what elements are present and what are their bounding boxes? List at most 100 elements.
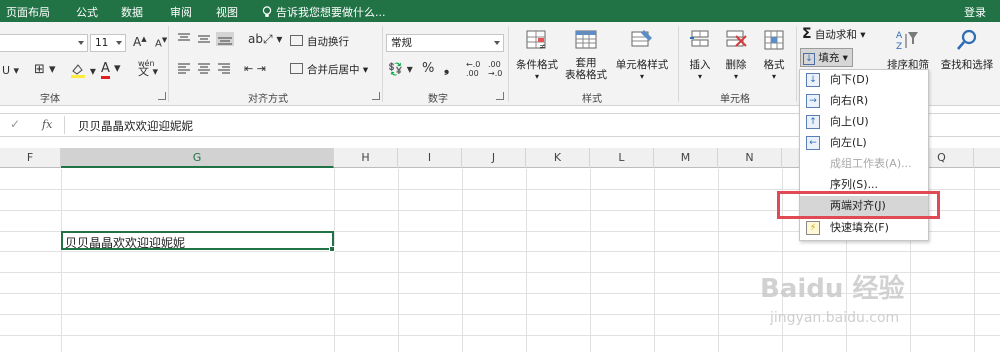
tab-formulas[interactable]: 公式 xyxy=(76,4,98,20)
menu-item-label: 向下(D) xyxy=(830,73,870,86)
watermark-url: jingyan.baidu.com xyxy=(770,310,900,326)
tab-review[interactable]: 审阅 xyxy=(170,4,192,20)
menu-item-across-worksheets: 成组工作表(A)... xyxy=(800,154,928,174)
find-select-button[interactable]: 查找和选择 xyxy=(938,28,996,72)
autosum-label: 自动求和 xyxy=(814,29,857,41)
underline-button[interactable]: U ▾ xyxy=(2,64,19,77)
column-header-n[interactable]: N xyxy=(718,148,782,168)
font-color-letter: A xyxy=(101,61,110,79)
font-color-button[interactable]: A ▾ xyxy=(101,61,121,79)
orientation-icon[interactable]: ab⤢ ▾ xyxy=(248,32,282,47)
fill-color-icon[interactable]: ▾ xyxy=(70,62,96,78)
font-size-value: 11 xyxy=(95,37,109,49)
column-header-i[interactable]: I xyxy=(398,148,462,168)
tell-me-text: 告诉我您想要做什么... xyxy=(276,6,386,19)
delete-cells-icon xyxy=(726,30,747,47)
group-divider xyxy=(678,26,679,102)
comma-style-button[interactable]: ❟ xyxy=(444,61,449,76)
arrow-up-icon: ↑ xyxy=(806,115,820,129)
column-header-m[interactable]: M xyxy=(654,148,718,168)
number-group-label: 数字 xyxy=(428,94,448,105)
shrink-font-button[interactable]: A▼ xyxy=(155,36,167,49)
tab-view[interactable]: 视图 xyxy=(216,4,238,20)
cancel-entry-icon[interactable]: ✓ xyxy=(10,117,20,131)
fill-handle[interactable] xyxy=(329,246,335,252)
chevron-down-icon xyxy=(78,41,84,45)
menu-item-label: 成组工作表(A)... xyxy=(830,157,912,170)
sort-filter-icon: AZ xyxy=(896,31,918,52)
grid-line xyxy=(398,169,399,352)
grid-line xyxy=(718,169,719,352)
grid-line xyxy=(0,251,1000,252)
grid-line xyxy=(334,169,335,352)
active-cell[interactable] xyxy=(61,231,334,250)
login-button[interactable]: 登录 xyxy=(964,4,986,20)
phonetic-guide-icon[interactable]: wén 文 ▾ xyxy=(138,60,158,78)
decrease-decimal-button[interactable]: .00 →.0 xyxy=(488,60,502,78)
grid-line xyxy=(61,169,62,352)
column-header-g[interactable]: G xyxy=(61,148,334,168)
menu-item-fill-down[interactable]: ↓ 向下(D) xyxy=(800,70,928,90)
table-format-icon xyxy=(575,30,597,49)
conditional-format-button[interactable]: ≠ 条件格式 ▾ xyxy=(512,28,562,81)
tab-page-layout[interactable]: 页面布局 xyxy=(6,4,50,20)
insert-cells-button[interactable]: 插入 ▾ xyxy=(682,28,718,81)
chevron-down-icon xyxy=(116,41,122,45)
menu-item-flash-fill[interactable]: ⚡ 快速填充(F) xyxy=(800,218,928,238)
column-header-j[interactable]: J xyxy=(462,148,526,168)
alignment-dialog-launcher[interactable] xyxy=(372,92,380,100)
font-group-label: 字体 xyxy=(40,94,60,105)
format-cells-button[interactable]: 格式 ▾ xyxy=(756,28,792,81)
tell-me-search[interactable]: 告诉我您想要做什么... xyxy=(262,4,386,20)
font-size-combo[interactable]: 11 xyxy=(90,34,126,52)
group-divider xyxy=(796,26,797,102)
format-label: 格式 xyxy=(763,59,785,71)
styles-group-label: 样式 xyxy=(582,94,602,105)
grid-line xyxy=(590,169,591,352)
insert-label: 插入 xyxy=(689,59,711,71)
increase-decimal-button[interactable]: ←.0.00 xyxy=(466,60,480,78)
percent-button[interactable]: % xyxy=(422,61,434,76)
column-header-l[interactable]: L xyxy=(590,148,654,168)
merge-center-label: 合并后居中 xyxy=(307,64,360,76)
font-name-combo[interactable] xyxy=(0,34,88,52)
cell-styles-icon xyxy=(631,30,652,47)
arrow-down-icon: ↓ xyxy=(806,73,820,87)
format-as-table-button[interactable]: 套用 表格格式 xyxy=(562,28,610,81)
indent-icon[interactable]: ⇤ ⇥ xyxy=(244,62,266,75)
menu-item-fill-up[interactable]: ↑ 向上(U) xyxy=(800,112,928,132)
grid-line xyxy=(526,169,527,352)
column-header-k[interactable]: K xyxy=(526,148,590,168)
menu-item-fill-left[interactable]: ← 向左(L) xyxy=(800,133,928,153)
fill-button[interactable]: ↓ 填充 ▾ xyxy=(800,48,853,67)
tab-data[interactable]: 数据 xyxy=(121,4,143,20)
watermark-logo: Baidu 经验 xyxy=(760,274,905,304)
cell-styles-label: 单元格样式 xyxy=(615,59,669,71)
number-dialog-launcher[interactable] xyxy=(496,92,504,100)
border-icon[interactable]: ⊞ ▾ xyxy=(34,62,56,77)
find-select-label: 查找和选择 xyxy=(940,59,994,71)
insert-function-button[interactable]: fx xyxy=(42,118,52,131)
formula-input[interactable]: 贝贝晶晶欢欢迎迎妮妮 xyxy=(78,118,193,134)
number-format-value: 常规 xyxy=(391,37,412,49)
font-dialog-launcher[interactable] xyxy=(158,92,166,100)
cell-styles-button[interactable]: 单元格样式 ▾ xyxy=(612,28,672,81)
svg-text:Z: Z xyxy=(896,42,902,52)
column-header-h[interactable]: H xyxy=(334,148,398,168)
horizontal-align-icons[interactable] xyxy=(176,62,236,76)
wrap-text-button[interactable]: 自动换行 xyxy=(290,34,349,49)
menu-item-fill-right[interactable]: → 向右(R) xyxy=(800,91,928,111)
merge-center-button[interactable]: 合并后居中 ▾ xyxy=(290,62,368,77)
menu-item-label: 快速填充(F) xyxy=(830,221,889,234)
format-as-table-label: 套用 表格格式 xyxy=(565,57,607,81)
delete-label: 删除 xyxy=(725,59,747,71)
number-format-combo[interactable]: 常规 xyxy=(386,34,504,52)
autosum-button[interactable]: Σ 自动求和 ▾ xyxy=(802,26,866,42)
column-header-f[interactable]: F xyxy=(0,148,61,168)
delete-cells-button[interactable]: 删除 ▾ xyxy=(718,28,754,81)
svg-text:A: A xyxy=(896,31,903,41)
fill-label: 填充 xyxy=(818,52,840,64)
grow-font-button[interactable]: A▲ xyxy=(133,35,147,49)
currency-icon[interactable]: 💱 ▾ xyxy=(388,62,413,76)
vertical-align-icons[interactable] xyxy=(176,32,240,46)
